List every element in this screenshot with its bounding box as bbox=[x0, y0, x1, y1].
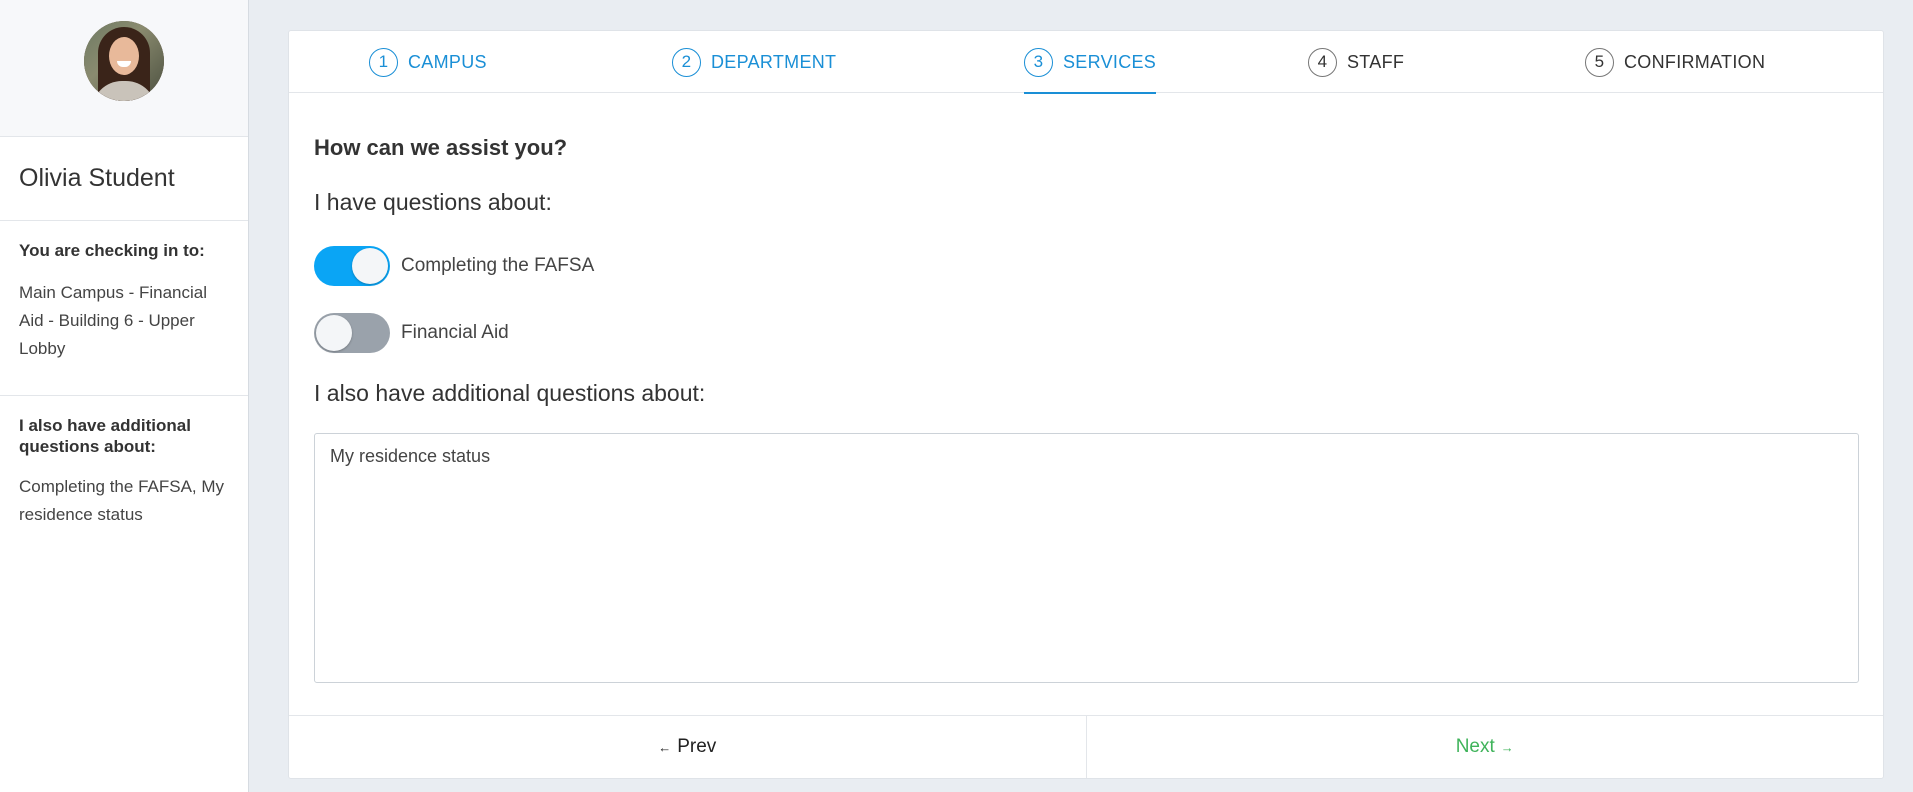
checkin-card: 1 CAMPUS 2 DEPARTMENT 3 SERVICES 4 STAFF… bbox=[288, 30, 1884, 779]
next-label: Next bbox=[1455, 736, 1495, 757]
additional-section: I also have additional questions about: … bbox=[0, 396, 248, 548]
prev-button[interactable]: ← Prev bbox=[289, 716, 1087, 778]
step-staff[interactable]: 4 STAFF bbox=[1308, 31, 1404, 93]
checkin-heading: You are checking in to: bbox=[19, 241, 205, 260]
step-label: CAMPUS bbox=[408, 51, 487, 72]
prev-label: Prev bbox=[677, 736, 717, 757]
step-department[interactable]: 2 DEPARTMENT bbox=[672, 31, 836, 93]
avatar-section bbox=[0, 0, 248, 137]
fafsa-toggle[interactable] bbox=[314, 246, 390, 286]
toggle-label: Completing the FAFSA bbox=[401, 255, 595, 276]
toggle-row-financial-aid: Financial Aid bbox=[314, 313, 1858, 353]
app-root: Olivia Student You are checking in to: M… bbox=[0, 0, 1913, 792]
main-area: 1 CAMPUS 2 DEPARTMENT 3 SERVICES 4 STAFF… bbox=[249, 0, 1913, 792]
additional-heading: I also have additional questions about: bbox=[19, 416, 191, 456]
arrow-right-icon: → bbox=[1500, 739, 1514, 755]
checkin-location: Main Campus - Financial Aid - Building 6… bbox=[19, 283, 208, 358]
student-name: Olivia Student bbox=[19, 164, 175, 192]
services-form: How can we assist you? I have questions … bbox=[289, 93, 1883, 715]
step-label: STAFF bbox=[1347, 51, 1405, 72]
step-number: 2 bbox=[672, 47, 701, 77]
step-number: 1 bbox=[369, 47, 398, 77]
arrow-left-icon: ← bbox=[658, 739, 672, 755]
toggle-knob bbox=[316, 315, 352, 351]
student-name-section: Olivia Student bbox=[0, 137, 248, 221]
step-label: SERVICES bbox=[1063, 51, 1157, 72]
next-button[interactable]: Next → bbox=[1087, 716, 1884, 778]
card-footer: ← Prev Next → bbox=[289, 715, 1883, 778]
avatar bbox=[84, 21, 164, 101]
step-services[interactable]: 3 SERVICES bbox=[1024, 31, 1157, 94]
questions-label: I have questions about: bbox=[314, 189, 552, 215]
step-number: 4 bbox=[1308, 47, 1337, 77]
step-number: 3 bbox=[1024, 47, 1053, 77]
step-navigation: 1 CAMPUS 2 DEPARTMENT 3 SERVICES 4 STAFF… bbox=[289, 31, 1883, 94]
checkin-section: You are checking in to: Main Campus - Fi… bbox=[0, 221, 248, 396]
toggle-knob bbox=[352, 248, 388, 284]
step-label: CONFIRMATION bbox=[1624, 51, 1766, 72]
additional-questions-input[interactable]: My residence status bbox=[314, 433, 1859, 683]
step-label: DEPARTMENT bbox=[711, 51, 837, 72]
financial-aid-toggle[interactable] bbox=[314, 313, 390, 353]
form-title: How can we assist you? bbox=[314, 135, 568, 160]
toggle-row-fafsa: Completing the FAFSA bbox=[314, 246, 1858, 286]
step-confirmation[interactable]: 5 CONFIRMATION bbox=[1585, 31, 1765, 93]
additional-questions-label: I also have additional questions about: bbox=[314, 380, 706, 406]
additional-summary: Completing the FAFSA, My residence statu… bbox=[19, 477, 225, 524]
step-campus[interactable]: 1 CAMPUS bbox=[369, 31, 487, 93]
sidebar: Olivia Student You are checking in to: M… bbox=[0, 0, 249, 792]
step-number: 5 bbox=[1585, 47, 1614, 77]
toggle-label: Financial Aid bbox=[401, 322, 509, 343]
